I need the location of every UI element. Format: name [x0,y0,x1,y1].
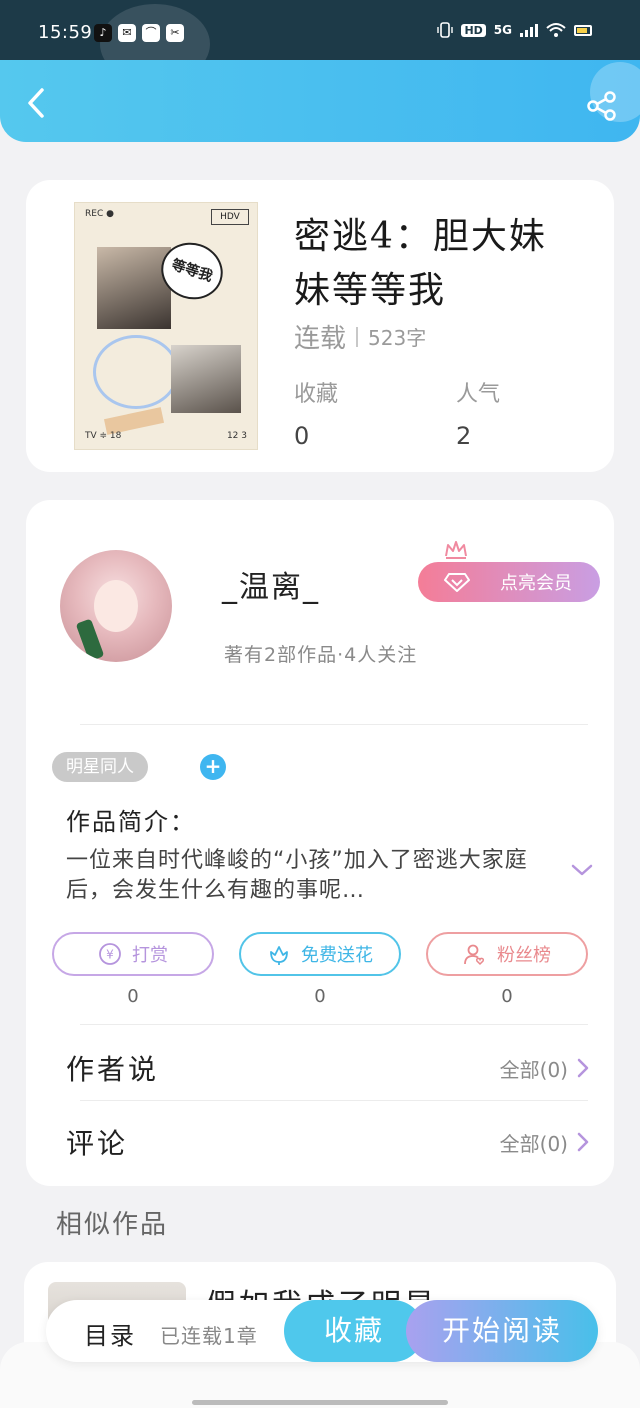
book-title: 密逃4：胆大妹妹等等我 [294,216,547,311]
wifi-icon [546,23,566,37]
book-meta: 连载 523字 [294,318,426,355]
author-says-link[interactable]: 全部(0) [500,1054,590,1083]
similar-works-title: 相似作品 [56,1210,169,1240]
user-heart-icon [464,944,485,966]
meta-divider [356,326,359,347]
vip-button[interactable]: 点亮会员 [418,562,600,602]
comments-link[interactable]: 全部(0) [500,1128,590,1157]
intro-label: 作品简介： [66,808,196,836]
fans-label: 粉丝榜 [497,945,551,966]
network-label: 5G [493,23,512,37]
favorites-value: 0 [294,422,310,450]
mail-icon: ✉ [118,24,136,42]
status-app-icons: ♪ ✉ ⌒ ✂ [94,24,184,42]
chevron-right-icon [577,1132,589,1152]
author-says-count: 全部(0) [499,1057,568,1082]
intro-text: 一位来自时代峰峻的“小孩”加入了密逃大家庭后，会发生什么有趣的事呢… [66,848,528,903]
popularity-value: 2 [456,422,472,450]
tip-button[interactable]: ¥ 打赏 [52,932,214,976]
book-status: 连载 [294,324,347,354]
cover-photo [171,345,241,413]
tiktok-icon: ♪ [94,24,112,42]
diamond-icon [444,573,470,592]
battery-icon [574,24,592,36]
signal-icon [520,24,538,37]
fans-count: 0 [501,986,513,1007]
capcut-icon: ✂ [166,24,184,42]
send-flower-button[interactable]: 免费送花 [239,932,401,976]
divider [80,724,588,725]
comments-row[interactable]: 评论 全部(0) [66,1112,590,1172]
cover-circle-decor [93,335,179,409]
coin-icon: ¥ [99,943,121,965]
svg-text:¥: ¥ [106,948,114,962]
app-icon: ⌒ [142,24,160,42]
comments-label: 评论 [66,1127,129,1160]
book-word-count: 523字 [368,326,427,350]
fans-ranking-button[interactable]: 粉丝榜 [426,932,588,976]
book-cover[interactable]: REC ● HDV 等等我 TV ≑ 18 12 3 [74,202,258,450]
flower-count: 0 [314,986,326,1007]
favorite-button[interactable]: 收藏 [284,1300,424,1362]
author-works-info: 著有2部作品·4人关注 [224,644,418,666]
tip-label: 打赏 [132,945,168,966]
author-says-label: 作者说 [66,1053,160,1086]
toc-button[interactable]: 目录 [84,1316,136,1351]
status-indicators: HD 5G [437,22,592,38]
back-arrow-icon[interactable] [22,86,52,120]
flower-icon [270,946,288,965]
tip-count: 0 [127,986,139,1007]
cover-footer-left: TV ≑ 18 [85,431,122,441]
favorites-label: 收藏 [294,382,339,407]
bottom-action-bar: 目录 已连载1章 收藏 开始阅读 [46,1300,598,1362]
cover-rec-label: REC ● [85,209,114,219]
cover-photo [97,247,171,329]
author-name[interactable]: _温离_ [222,562,320,606]
book-info-card: REC ● HDV 等等我 TV ≑ 18 12 3 密逃4：胆大妹妹等等我 连… [26,180,614,472]
divider [80,1100,588,1101]
start-reading-button[interactable]: 开始阅读 [406,1300,598,1362]
add-tag-button[interactable]: + [200,754,226,780]
avatar-face [94,580,138,632]
status-time: 15:59 [38,22,93,43]
cover-hdv-label: HDV [211,209,249,225]
flower-label: 免费送花 [301,945,373,966]
chevron-down-icon[interactable] [570,862,594,878]
stat-popularity: 人气 2 [456,376,500,450]
stat-favorites: 收藏 0 [294,376,338,450]
comments-count: 全部(0) [499,1131,568,1156]
hd-badge: HD [461,23,486,37]
author-avatar[interactable] [60,550,172,662]
vip-label: 点亮会员 [500,573,572,594]
vibrate-icon [437,22,454,38]
home-indicator[interactable] [192,1400,448,1405]
genre-tag[interactable]: 明星同人 [52,752,148,782]
cover-footer: TV ≑ 18 12 3 [85,431,247,441]
popularity-label: 人气 [456,382,501,407]
chevron-right-icon [577,1058,589,1078]
status-bar: 15:59 ♪ ✉ ⌒ ✂ HD 5G [0,0,640,84]
cover-footer-right: 12 3 [226,431,247,441]
author-says-row[interactable]: 作者说 全部(0) [66,1038,590,1098]
header-bar [0,60,640,142]
divider [80,1024,588,1025]
crown-icon [445,541,467,559]
share-icon[interactable] [586,90,618,122]
author-card: _温离_ 点亮会员 著有2部作品·4人关注 明星同人 + 作品简介： 一位来自时… [26,500,614,1186]
toc-status: 已连载1章 [160,1324,258,1348]
